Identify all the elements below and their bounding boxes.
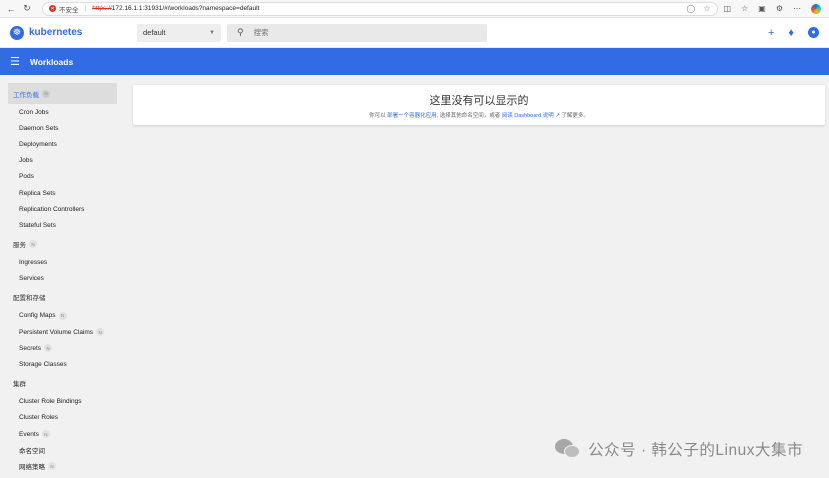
sidebar-item[interactable]: Ingresses (0, 255, 127, 271)
namespaced-badge: N (44, 344, 53, 353)
sidebar-item-label: Cluster Roles (19, 414, 59, 422)
sidebar-group[interactable]: 工作负载 N (8, 83, 117, 104)
sidebar-group-label: 服务 (13, 242, 26, 249)
security-label: 不安全 (59, 6, 79, 14)
sidebar-item[interactable]: Events N (0, 426, 127, 442)
sidebar-item[interactable]: Pods (0, 169, 127, 185)
sidebar-item-label: Cluster Role Bindings (19, 398, 82, 406)
sidebar-item[interactable]: Cron Jobs (0, 104, 127, 120)
sidebar-item-label: Deployments (19, 140, 57, 148)
dashboard-docs-link[interactable]: 阅读 Dashboard 说明 (502, 113, 554, 119)
kubernetes-logo-icon[interactable]: ☸ (10, 25, 24, 40)
sidebar-item-label: Replica Sets (19, 189, 56, 197)
sidebar-item[interactable]: 网络策略 N (0, 458, 127, 474)
sidebar-item-label: Services (19, 275, 44, 283)
hamburger-menu-icon[interactable]: ☰ (10, 55, 20, 68)
reload-icon[interactable]: ↻ (20, 2, 34, 16)
namespaced-badge: N (42, 89, 50, 98)
sidebar-item[interactable]: Secrets N (0, 340, 127, 356)
app-header: ☸ kubernetes default ▼ ⚲ 搜索 + ♦ ● (0, 18, 829, 48)
sidebar-item-label: Storage Classes (19, 361, 67, 369)
sidebar-item-label: Config Maps (19, 312, 56, 320)
main-content: 这里没有可以显示的 你可以 部署一个容器化应用, 选择其他命名空间，或者 阅读 … (127, 75, 829, 478)
page-title: Workloads (29, 56, 74, 67)
namespace-value: default (143, 28, 166, 37)
sidebar: 工作负载 N Cron Jobs Daemon Sets Deployments Jobs… (0, 75, 127, 478)
watermark-text: 公众号 · 韩公子的Linux大集市 (588, 442, 803, 459)
sidebar-item[interactable]: Replication Controllers (0, 201, 127, 217)
extension-icon[interactable]: ⚙ (776, 4, 783, 13)
more-icon[interactable]: ⋯ (793, 4, 801, 13)
external-link-icon: ↗ (555, 112, 560, 119)
sidebar-item[interactable]: Cluster Role Bindings (0, 394, 127, 410)
sidebar-item-label: Replication Controllers (19, 205, 85, 213)
url-scheme: https:// (92, 5, 112, 12)
url-separator: | (84, 5, 87, 12)
notification-bell-icon[interactable]: ♦ (788, 27, 794, 39)
url-text: 172.16.1.1:31931/#/workloads?namespace=d… (111, 5, 260, 12)
deploy-app-link[interactable]: 部署一个容器化应用 (387, 113, 437, 119)
collections-icon[interactable]: ▣ (758, 4, 766, 13)
sidebar-item[interactable]: Deployments (0, 136, 127, 152)
sidebar-item[interactable]: Storage Classes (0, 356, 127, 372)
create-plus-icon[interactable]: + (768, 27, 774, 39)
sidebar-item[interactable]: Daemon Sets (0, 120, 127, 136)
empty-prefix: 你可以 (369, 112, 386, 119)
split-screen-icon[interactable]: ◫ (724, 4, 732, 13)
page-title-bar: ☰ Workloads (0, 48, 829, 75)
read-aloud-icon[interactable]: ◯ (686, 4, 695, 13)
sidebar-item[interactable]: Replica Sets (0, 185, 127, 201)
namespaced-badge: N (96, 328, 105, 337)
namespace-select[interactable]: default ▼ (137, 23, 221, 42)
namespaced-badge: N (48, 462, 56, 471)
insecure-icon: ✕ (49, 5, 56, 12)
sidebar-group-label: 集群 (13, 381, 26, 389)
sidebar-group-label: 工作负载 (13, 91, 39, 99)
address-bar[interactable]: ✕ 不安全 | https:// 172.16.1.1:31931/#/work… (42, 1, 718, 16)
namespaced-badge: N (58, 311, 67, 320)
sidebar-item[interactable]: Jobs (0, 153, 127, 169)
sidebar-item-label: Secrets (19, 344, 42, 352)
sidebar-item-label: Cron Jobs (19, 108, 49, 116)
back-icon[interactable]: ← (4, 2, 18, 16)
namespaced-badge: N (41, 430, 50, 439)
sidebar-item-label: Stateful Sets (19, 221, 56, 229)
sidebar-item[interactable]: 命名空间 (0, 442, 127, 458)
sidebar-item[interactable]: Config Maps N (0, 308, 127, 324)
search-placeholder: 搜索 (253, 28, 269, 37)
sidebar-item-label: Jobs (19, 157, 33, 165)
sidebar-item-label: Events (19, 430, 39, 438)
sidebar-item[interactable]: Services (0, 271, 127, 287)
favorite-star-icon[interactable]: ☆ (703, 4, 710, 13)
brand-name[interactable]: kubernetes (29, 27, 137, 38)
sidebar-item-label: Persistent Volume Claims (19, 328, 94, 336)
favorites-icon[interactable]: ☆ (741, 4, 748, 13)
copilot-icon[interactable] (811, 3, 821, 14)
search-icon: ⚲ (237, 27, 244, 37)
chevron-down-icon: ▼ (209, 29, 215, 36)
browser-toolbar: ← ↻ ✕ 不安全 | https:// 172.16.1.1:31931/#/… (0, 0, 829, 18)
sidebar-item-label: Ingresses (19, 259, 48, 267)
empty-state-title: 这里没有可以显示的 (429, 94, 529, 107)
wechat-icon (555, 439, 581, 459)
sidebar-item-label: 网络策略 (19, 464, 45, 472)
sidebar-group[interactable]: 集群 (8, 373, 117, 394)
empty-state-card: 这里没有可以显示的 你可以 部署一个容器化应用, 选择其他命名空间，或者 阅读 … (133, 85, 825, 125)
account-icon[interactable]: ● (808, 27, 819, 38)
empty-state-message: 你可以 部署一个容器化应用, 选择其他命名空间，或者 阅读 Dashboard … (369, 111, 589, 119)
empty-middle: , 选择其他命名空间，或者 (436, 112, 501, 119)
sidebar-group[interactable]: 配置和存储 (8, 287, 117, 308)
watermark: 公众号 · 韩公子的Linux大集市 (555, 438, 803, 460)
sidebar-group-label: 配置和存储 (13, 295, 46, 303)
sidebar-item-label: 命名空间 (19, 448, 45, 456)
sidebar-item[interactable]: Stateful Sets (0, 217, 127, 233)
sidebar-group[interactable]: 服务 N (8, 234, 117, 255)
empty-suffix: 了解更多。 (561, 112, 589, 119)
sidebar-item[interactable]: Cluster Roles (0, 410, 127, 426)
sidebar-item[interactable]: Persistent Volume Claims N (0, 324, 127, 340)
sidebar-item-label: Pods (19, 173, 34, 181)
search-input[interactable]: ⚲ 搜索 (227, 23, 487, 42)
sidebar-item-label: Daemon Sets (19, 124, 59, 132)
namespaced-badge: N (29, 240, 37, 248)
